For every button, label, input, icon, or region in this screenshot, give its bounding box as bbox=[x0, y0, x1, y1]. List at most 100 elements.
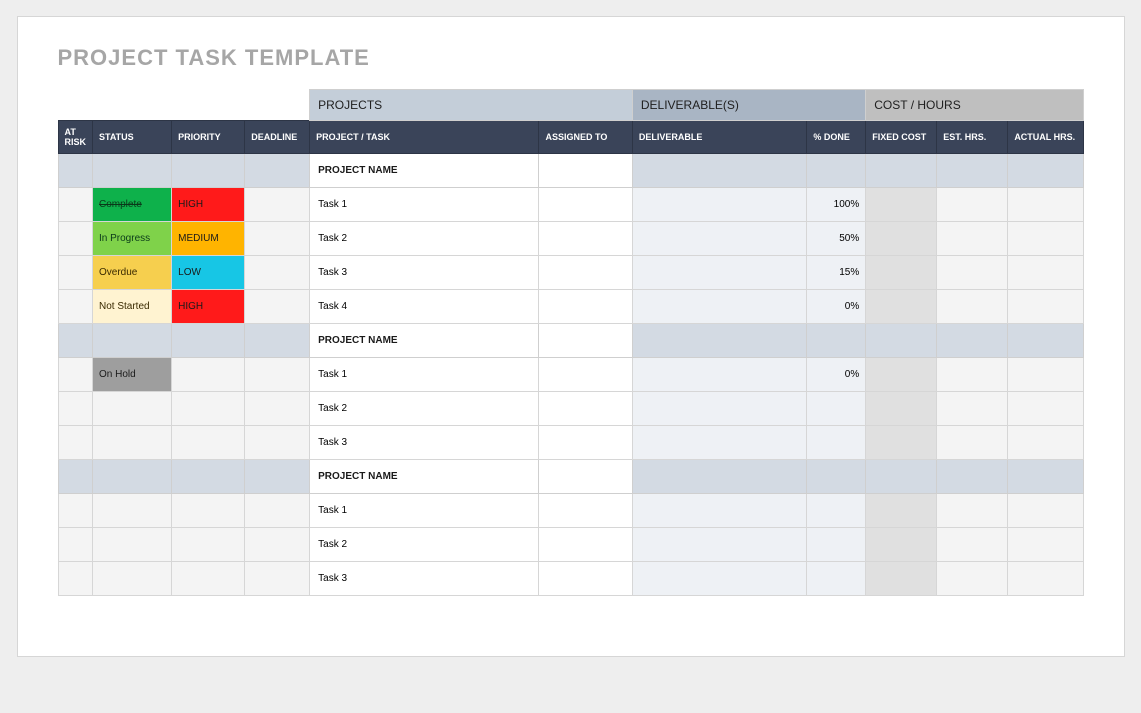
cell-atrisk[interactable] bbox=[58, 154, 93, 188]
cell-assigned[interactable] bbox=[539, 358, 632, 392]
cell-assigned[interactable] bbox=[539, 188, 632, 222]
cell-fixed[interactable] bbox=[866, 290, 937, 324]
cell-deadline[interactable] bbox=[245, 222, 310, 256]
cell-atrisk[interactable] bbox=[58, 494, 93, 528]
cell-priority[interactable] bbox=[172, 494, 245, 528]
cell-done[interactable] bbox=[807, 324, 866, 358]
cell-assigned[interactable] bbox=[539, 528, 632, 562]
cell-assigned[interactable] bbox=[539, 494, 632, 528]
cell-fixed[interactable] bbox=[866, 324, 937, 358]
cell-done[interactable] bbox=[807, 562, 866, 596]
cell-status[interactable] bbox=[93, 562, 172, 596]
cell-fixed[interactable] bbox=[866, 392, 937, 426]
cell-task[interactable]: Task 2 bbox=[310, 528, 539, 562]
cell-priority[interactable] bbox=[172, 426, 245, 460]
cell-task[interactable]: Task 1 bbox=[310, 188, 539, 222]
cell-deliverable[interactable] bbox=[632, 460, 807, 494]
cell-deliverable[interactable] bbox=[632, 426, 807, 460]
cell-deliverable[interactable] bbox=[632, 256, 807, 290]
cell-deadline[interactable] bbox=[245, 460, 310, 494]
cell-deadline[interactable] bbox=[245, 494, 310, 528]
cell-est[interactable] bbox=[937, 392, 1008, 426]
cell-actual[interactable] bbox=[1008, 290, 1083, 324]
cell-priority[interactable] bbox=[172, 562, 245, 596]
cell-est[interactable] bbox=[937, 154, 1008, 188]
cell-actual[interactable] bbox=[1008, 358, 1083, 392]
cell-status[interactable] bbox=[93, 154, 172, 188]
cell-priority[interactable]: HIGH bbox=[172, 290, 245, 324]
cell-done[interactable]: 0% bbox=[807, 290, 866, 324]
cell-atrisk[interactable] bbox=[58, 460, 93, 494]
cell-status[interactable]: On Hold bbox=[93, 358, 172, 392]
cell-status[interactable] bbox=[93, 460, 172, 494]
cell-atrisk[interactable] bbox=[58, 358, 93, 392]
cell-fixed[interactable] bbox=[866, 426, 937, 460]
cell-priority[interactable] bbox=[172, 528, 245, 562]
cell-assigned[interactable] bbox=[539, 222, 632, 256]
cell-fixed[interactable] bbox=[866, 256, 937, 290]
cell-status[interactable] bbox=[93, 528, 172, 562]
cell-status[interactable] bbox=[93, 426, 172, 460]
cell-deadline[interactable] bbox=[245, 358, 310, 392]
cell-fixed[interactable] bbox=[866, 528, 937, 562]
cell-priority[interactable] bbox=[172, 460, 245, 494]
cell-task[interactable]: Task 2 bbox=[310, 222, 539, 256]
cell-priority[interactable] bbox=[172, 324, 245, 358]
cell-actual[interactable] bbox=[1008, 494, 1083, 528]
cell-assigned[interactable] bbox=[539, 290, 632, 324]
cell-deliverable[interactable] bbox=[632, 494, 807, 528]
cell-priority[interactable]: LOW bbox=[172, 256, 245, 290]
cell-status[interactable] bbox=[93, 494, 172, 528]
cell-deliverable[interactable] bbox=[632, 188, 807, 222]
cell-est[interactable] bbox=[937, 188, 1008, 222]
cell-deliverable[interactable] bbox=[632, 290, 807, 324]
cell-assigned[interactable] bbox=[539, 562, 632, 596]
cell-status[interactable] bbox=[93, 324, 172, 358]
cell-actual[interactable] bbox=[1008, 256, 1083, 290]
cell-est[interactable] bbox=[937, 256, 1008, 290]
cell-deliverable[interactable] bbox=[632, 562, 807, 596]
cell-task[interactable]: Task 3 bbox=[310, 426, 539, 460]
cell-est[interactable] bbox=[937, 528, 1008, 562]
cell-assigned[interactable] bbox=[539, 392, 632, 426]
cell-done[interactable] bbox=[807, 528, 866, 562]
cell-fixed[interactable] bbox=[866, 460, 937, 494]
cell-priority[interactable]: HIGH bbox=[172, 188, 245, 222]
cell-fixed[interactable] bbox=[866, 188, 937, 222]
cell-task[interactable]: Task 3 bbox=[310, 256, 539, 290]
cell-done[interactable] bbox=[807, 426, 866, 460]
cell-assigned[interactable] bbox=[539, 324, 632, 358]
cell-atrisk[interactable] bbox=[58, 290, 93, 324]
cell-atrisk[interactable] bbox=[58, 562, 93, 596]
section-name[interactable]: PROJECT NAME bbox=[310, 460, 539, 494]
cell-done[interactable] bbox=[807, 460, 866, 494]
cell-done[interactable]: 50% bbox=[807, 222, 866, 256]
cell-est[interactable] bbox=[937, 494, 1008, 528]
cell-fixed[interactable] bbox=[866, 222, 937, 256]
cell-deadline[interactable] bbox=[245, 562, 310, 596]
cell-actual[interactable] bbox=[1008, 188, 1083, 222]
cell-priority[interactable] bbox=[172, 392, 245, 426]
cell-fixed[interactable] bbox=[866, 562, 937, 596]
cell-status[interactable]: Overdue bbox=[93, 256, 172, 290]
cell-atrisk[interactable] bbox=[58, 324, 93, 358]
cell-priority[interactable]: MEDIUM bbox=[172, 222, 245, 256]
cell-done[interactable] bbox=[807, 392, 866, 426]
cell-status[interactable]: In Progress bbox=[93, 222, 172, 256]
cell-deadline[interactable] bbox=[245, 392, 310, 426]
cell-fixed[interactable] bbox=[866, 358, 937, 392]
cell-est[interactable] bbox=[937, 290, 1008, 324]
cell-fixed[interactable] bbox=[866, 154, 937, 188]
cell-deliverable[interactable] bbox=[632, 392, 807, 426]
cell-assigned[interactable] bbox=[539, 460, 632, 494]
cell-deadline[interactable] bbox=[245, 426, 310, 460]
cell-deadline[interactable] bbox=[245, 528, 310, 562]
cell-atrisk[interactable] bbox=[58, 392, 93, 426]
cell-status[interactable]: Complete bbox=[93, 188, 172, 222]
section-name[interactable]: PROJECT NAME bbox=[310, 324, 539, 358]
cell-atrisk[interactable] bbox=[58, 256, 93, 290]
cell-done[interactable]: 100% bbox=[807, 188, 866, 222]
cell-est[interactable] bbox=[937, 562, 1008, 596]
cell-est[interactable] bbox=[937, 222, 1008, 256]
section-name[interactable]: PROJECT NAME bbox=[310, 154, 539, 188]
